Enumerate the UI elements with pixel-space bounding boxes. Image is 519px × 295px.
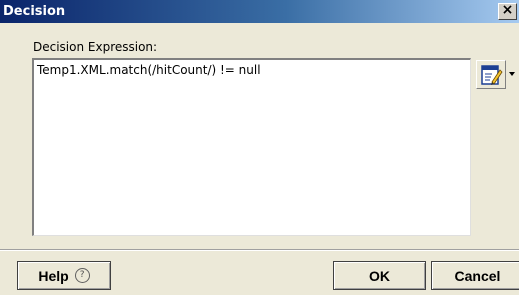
help-button-label: Help xyxy=(38,267,69,284)
cancel-button[interactable]: Cancel xyxy=(431,261,519,290)
decision-expression-label: Decision Expression: xyxy=(33,40,158,54)
edit-expression-icon xyxy=(481,65,503,85)
help-icon: ? xyxy=(74,268,90,283)
decision-expression-text: Temp1.XML.match(/hitCount/) != null xyxy=(37,63,261,77)
cancel-button-label: Cancel xyxy=(454,267,501,284)
ok-button-label: OK xyxy=(369,267,390,284)
dropdown-arrow-icon[interactable] xyxy=(509,72,515,76)
help-button[interactable]: Help ? xyxy=(17,261,111,290)
close-icon: × xyxy=(501,2,514,18)
close-button[interactable]: × xyxy=(498,2,517,20)
ok-button[interactable]: OK xyxy=(333,261,426,290)
decision-expression-field[interactable]: Temp1.XML.match(/hitCount/) != null xyxy=(32,58,471,236)
window-title: Decision xyxy=(3,4,66,19)
title-bar: Decision × xyxy=(0,0,519,23)
edit-expression-button[interactable] xyxy=(476,60,506,89)
button-separator xyxy=(0,249,519,251)
